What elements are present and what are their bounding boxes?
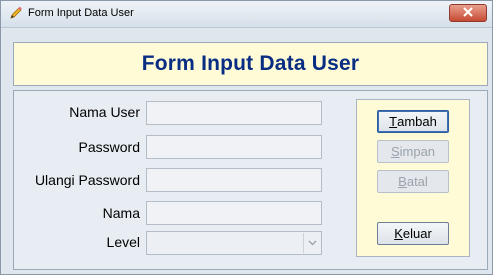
button-panel: Tambah Simpan Batal Keluar	[356, 99, 470, 257]
nama-user-input[interactable]	[147, 102, 321, 124]
chevron-down-icon[interactable]	[303, 233, 320, 253]
nama-input[interactable]	[147, 202, 321, 224]
label-nama: Nama	[102, 205, 140, 221]
tambah-button[interactable]: Tambah	[377, 110, 449, 133]
page-title: Form Input Data User	[141, 52, 360, 75]
label-ulangi-password: Ulangi Password	[34, 172, 140, 188]
close-icon	[463, 4, 473, 22]
batal-label: atal	[406, 174, 428, 189]
batal-button[interactable]: Batal	[377, 170, 449, 193]
window-title: Form Input Data User	[28, 7, 134, 19]
label-nama-user: Nama User	[69, 104, 140, 120]
form-panel: Nama User Password Ulangi Password Nama …	[13, 90, 488, 270]
nama-user-field[interactable]	[146, 101, 322, 125]
keluar-accel: K	[394, 226, 403, 241]
label-password: Password	[78, 139, 140, 155]
batal-accel: B	[398, 174, 407, 189]
ulangi-password-input[interactable]	[147, 169, 321, 191]
simpan-label: impan	[399, 144, 436, 159]
keluar-label: eluar	[402, 226, 432, 241]
simpan-accel: S	[390, 144, 400, 159]
header-panel: Form Input Data User	[13, 42, 488, 86]
close-button[interactable]	[449, 4, 487, 22]
tambah-label: ambah	[397, 114, 437, 129]
tambah-accel: T	[389, 114, 398, 129]
form-window: Form Input Data User Form Input Data Use…	[0, 0, 493, 275]
ulangi-password-field[interactable]	[146, 168, 322, 192]
title-bar[interactable]: Form Input Data User	[1, 1, 492, 28]
simpan-button[interactable]: Simpan	[377, 140, 449, 163]
keluar-button[interactable]: Keluar	[377, 222, 449, 245]
pencil-icon	[9, 6, 23, 20]
nama-field[interactable]	[146, 201, 322, 225]
level-dropdown[interactable]	[146, 231, 322, 255]
label-level: Level	[106, 234, 140, 250]
password-input[interactable]	[147, 136, 321, 158]
password-field[interactable]	[146, 135, 322, 159]
